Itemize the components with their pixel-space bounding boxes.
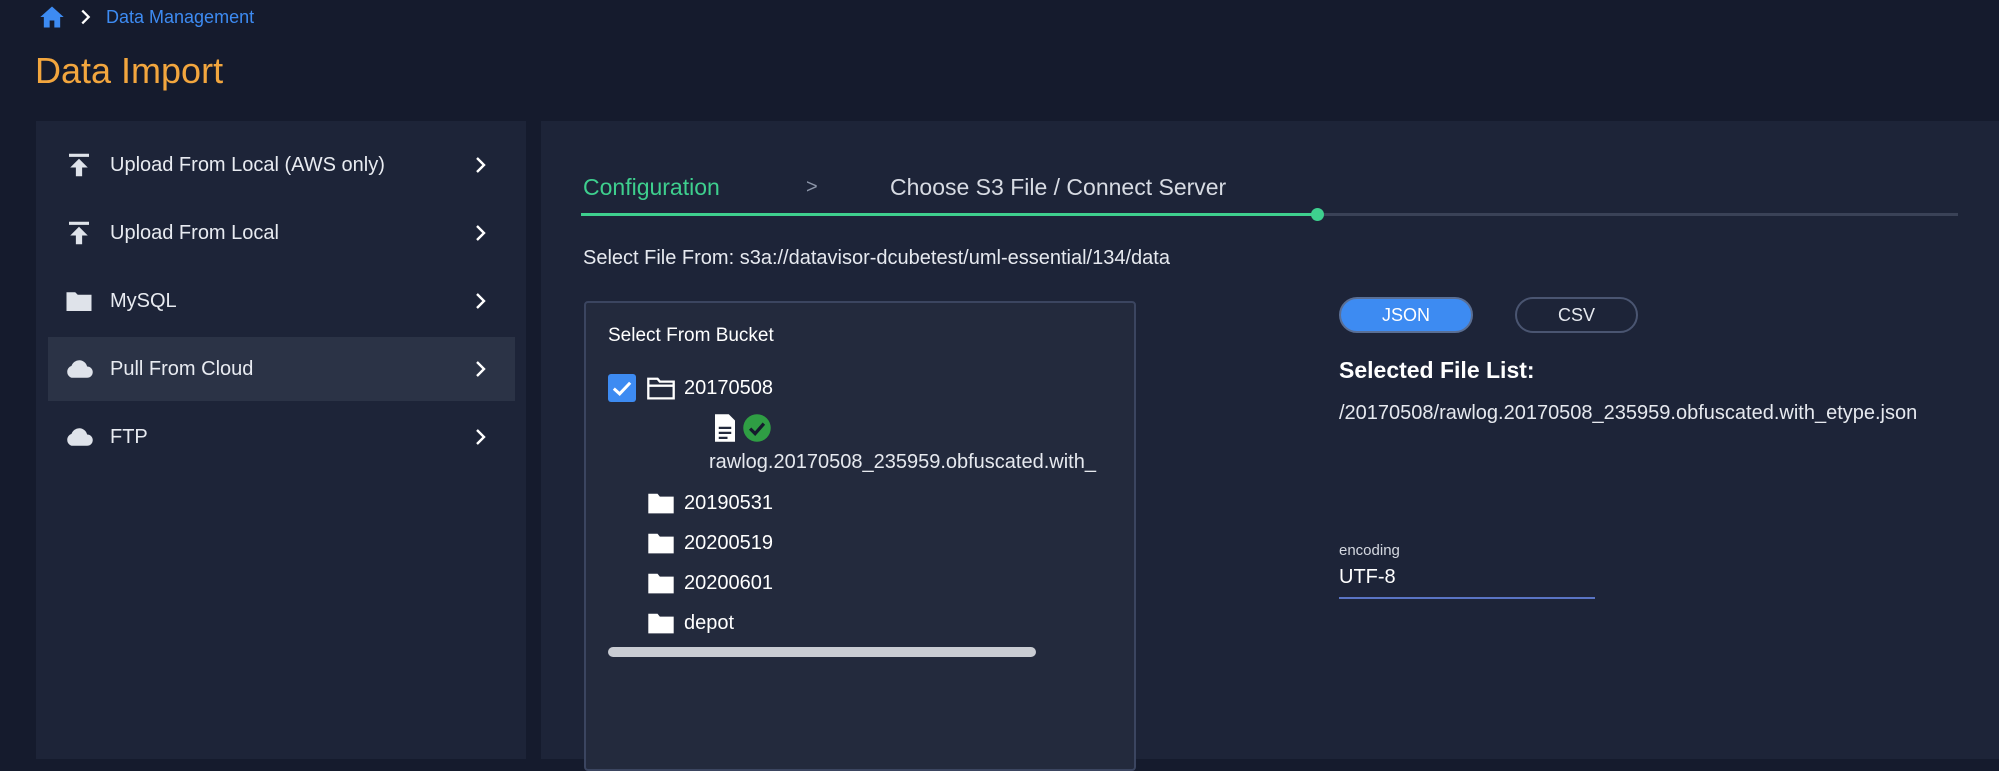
sidebar-item-label: Upload From Local [110,221,279,244]
format-json-button[interactable]: JSON [1339,297,1473,333]
home-icon[interactable] [38,3,66,31]
file-icon [715,414,735,442]
bucket-browser: Select From Bucket 20170508 rawlog.20170… [584,301,1136,771]
tree-folder[interactable]: 20200601 [646,567,773,599]
folder-name: 20170508 [684,376,773,399]
chevron-right-icon [476,429,486,445]
sidebar-item-label: Upload From Local (AWS only) [110,153,385,176]
chevron-right-icon [476,225,486,241]
sidebar-item-mysql[interactable]: MySQL [48,269,515,333]
sidebar-item-label: MySQL [110,289,177,312]
tree-folder[interactable]: 20200519 [646,527,773,559]
folder-icon [66,292,92,311]
chevron-right-icon [476,157,486,173]
page-title: Data Import [35,50,224,91]
encoding-label: encoding [1339,542,1400,559]
breadcrumb-data-management[interactable]: Data Management [106,7,254,28]
bucket-title: Select From Bucket [608,325,774,346]
encoding-field[interactable]: UTF-8 [1339,566,1396,589]
chevron-right-icon [476,293,486,309]
folder-icon [648,573,674,594]
tree-folder[interactable]: 20190531 [646,487,773,519]
selected-file-list-heading: Selected File List: [1339,357,1535,383]
folder-name: 20200519 [684,531,773,554]
folder-name: depot [684,611,735,634]
folder-name: 20200601 [684,571,773,594]
chevron-right-icon [476,361,486,377]
source-path: Select File From: s3a://datavisor-dcubet… [583,247,1170,269]
check-icon [612,381,632,396]
cloud-icon [67,428,93,446]
breadcrumb: Data Management [38,3,254,31]
folder-icon [648,493,674,514]
cloud-icon [67,360,93,378]
sidebar-item-upload-local[interactable]: Upload From Local [48,201,515,265]
file-name[interactable]: rawlog.20170508_235959.obfuscated.with_ [709,451,1096,474]
sidebar-item-upload-aws[interactable]: Upload From Local (AWS only) [48,133,515,197]
upload-icon [69,221,89,245]
folder-icon [648,613,674,634]
progress-fill [581,213,1317,216]
tree-folder[interactable]: 20170508 [646,372,773,404]
sidebar-item-label: FTP [110,425,148,448]
chevron-right-icon [81,9,91,25]
encoding-underline [1339,597,1595,599]
step-configuration[interactable]: Configuration [583,174,720,201]
folder-icon [648,533,674,554]
upload-icon [69,153,89,177]
check-circle-icon [743,414,771,442]
main-panel: Configuration > Choose S3 File / Connect… [541,121,1999,771]
selected-file-item: /20170508/rawlog.20170508_235959.obfusca… [1339,402,1918,424]
horizontal-scrollbar[interactable] [608,647,1036,657]
file-entry-icons [712,413,772,443]
sidebar-item-ftp[interactable]: FTP [48,405,515,469]
folder-open-outline-icon [647,377,675,400]
sidebar-item-pull-from-cloud[interactable]: Pull From Cloud [48,337,515,401]
sidebar-item-label: Pull From Cloud [110,357,254,380]
step-choose-s3-file[interactable]: Choose S3 File / Connect Server [890,174,1226,201]
tree-folder[interactable]: depot [646,607,734,639]
sidebar: Upload From Local (AWS only) Upload From… [36,121,526,759]
folder-checkbox[interactable] [608,374,636,402]
format-csv-button[interactable]: CSV [1515,297,1638,333]
step-separator: > [806,176,818,198]
folder-name: 20190531 [684,491,773,514]
progress-marker [1311,208,1324,221]
